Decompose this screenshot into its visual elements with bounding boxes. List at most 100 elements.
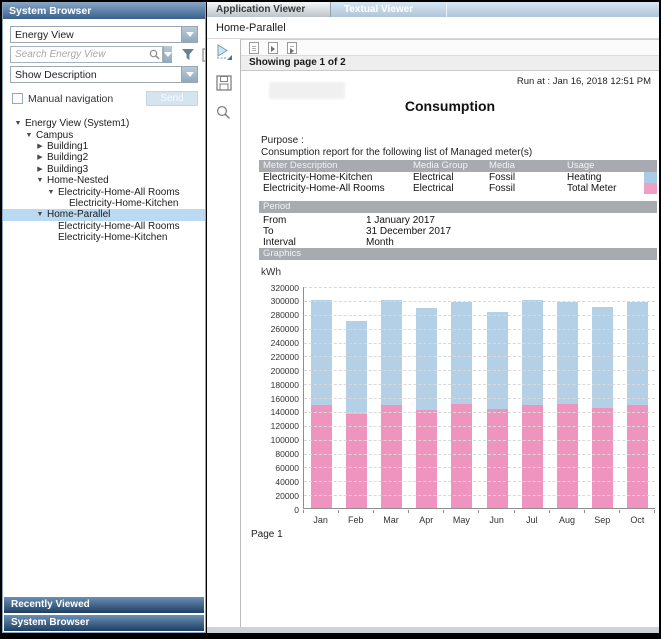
gridline bbox=[304, 454, 655, 455]
tree-item-home-nested[interactable]: ▼Home-Nested bbox=[3, 175, 205, 186]
bar-apr bbox=[416, 308, 437, 508]
gridline bbox=[304, 426, 655, 427]
period-value: 1 January 2017 bbox=[366, 215, 435, 226]
tree-item-electricity-home-all-rooms[interactable]: Electricity-Home-All Rooms bbox=[3, 221, 205, 232]
search-input-wrap bbox=[10, 46, 163, 63]
tabbar-separator bbox=[446, 2, 447, 17]
search-icon[interactable] bbox=[149, 49, 160, 60]
meter-cell: Electrical bbox=[413, 183, 454, 194]
bar-may bbox=[451, 302, 472, 508]
save-report-icon[interactable] bbox=[216, 75, 232, 96]
tree-item-building2[interactable]: ▶Building2 bbox=[3, 152, 205, 163]
meter-cell: Electricity-Home-All Rooms bbox=[263, 183, 385, 194]
manual-navigation-checkbox[interactable] bbox=[12, 93, 23, 104]
col-media-group: Media Group bbox=[413, 160, 468, 172]
bar-segment-heating bbox=[416, 308, 437, 409]
tree-collapse-icon[interactable]: ▼ bbox=[46, 187, 56, 198]
save-view-icon[interactable] bbox=[202, 48, 205, 62]
y-axis-tick-label: 80000 bbox=[259, 449, 299, 459]
gridline bbox=[304, 440, 655, 441]
tree-expand-icon[interactable]: ▶ bbox=[35, 141, 45, 152]
bar-segment-total-meter bbox=[627, 405, 648, 508]
bar-aug bbox=[557, 302, 578, 508]
horizontal-scrollbar-track[interactable] bbox=[207, 627, 659, 633]
gridline bbox=[304, 343, 655, 344]
bar-segment-total-meter bbox=[522, 405, 543, 508]
meter-cell: Fossil bbox=[489, 172, 515, 183]
tab-application-viewer[interactable]: Application Viewer bbox=[207, 2, 331, 17]
bar-sep bbox=[592, 307, 613, 508]
tree-expand-icon[interactable]: ▶ bbox=[35, 152, 45, 163]
period-row: To31 December 2017 bbox=[259, 226, 657, 237]
tree-item-label: Building3 bbox=[45, 164, 88, 175]
chevron-down-icon[interactable] bbox=[181, 27, 197, 42]
x-axis-labels: JanFebMarAprMayJunJulAugSepOct bbox=[303, 515, 655, 525]
consumption-chart: 3200003000002800002600002400002200002000… bbox=[259, 283, 657, 535]
period-row: From 1 January 2017 bbox=[259, 215, 657, 226]
tree-item-label: Electricity-Home-Kitchen bbox=[67, 198, 178, 209]
chevron-down-icon[interactable] bbox=[181, 67, 197, 82]
y-axis-tick-label: 300000 bbox=[259, 296, 299, 306]
bar-segment-heating bbox=[451, 302, 472, 404]
gridline bbox=[304, 495, 655, 496]
run-at-timestamp: Run at : Jan 16, 2018 12:51 PM bbox=[517, 76, 651, 87]
x-axis-tick-label: Oct bbox=[620, 515, 655, 525]
bar-jun bbox=[487, 312, 508, 508]
filter-icon[interactable] bbox=[181, 48, 195, 61]
tree-item-home-parallel[interactable]: ▼Home-Parallel bbox=[3, 209, 205, 220]
tree-item-building3[interactable]: ▶Building3 bbox=[3, 164, 205, 175]
recently-viewed-bar[interactable]: Recently Viewed bbox=[4, 597, 204, 613]
view-selector-row: Energy View bbox=[10, 26, 198, 43]
viewer-panel: Application Viewer Textual Viewer Home-P… bbox=[207, 2, 659, 633]
tree-collapse-icon[interactable]: ▼ bbox=[13, 118, 23, 129]
description-selector-combobox[interactable]: Show Description bbox=[10, 66, 198, 83]
bar-segment-heating bbox=[592, 307, 613, 408]
send-button[interactable]: Send bbox=[146, 91, 198, 106]
tree-item-electricity-home-kitchen[interactable]: Electricity-Home-Kitchen bbox=[3, 198, 205, 209]
tree-item-building1[interactable]: ▶Building1 bbox=[3, 141, 205, 152]
tree-expand-icon[interactable]: ▶ bbox=[35, 164, 45, 175]
tree-collapse-icon[interactable]: ▼ bbox=[35, 175, 45, 186]
graphics-section-header: Graphics bbox=[259, 248, 657, 260]
y-axis-tick-label: 260000 bbox=[259, 324, 299, 334]
manual-navigation-label: Manual navigation bbox=[28, 93, 113, 105]
period-value: 31 December 2017 bbox=[366, 226, 451, 237]
tree-item-label: Electricity-Home-All Rooms bbox=[56, 221, 180, 232]
y-axis-tick-label: 280000 bbox=[259, 310, 299, 320]
search-options-chevron-icon[interactable] bbox=[163, 46, 172, 63]
breadcrumb: Home-Parallel bbox=[207, 17, 659, 39]
meter-table-header: Meter Description Media Group Media Usag… bbox=[259, 160, 657, 172]
tree-item-electricity-home-kitchen[interactable]: Electricity-Home-Kitchen bbox=[3, 232, 205, 243]
tree-item-energy-view-system1-[interactable]: ▼Energy View (System1) bbox=[3, 118, 205, 129]
system-browser-bar[interactable]: System Browser bbox=[4, 615, 204, 631]
tree-collapse-icon[interactable]: ▼ bbox=[24, 130, 34, 141]
run-report-icon[interactable] bbox=[215, 44, 233, 66]
tree-item-electricity-home-all-rooms[interactable]: ▼Electricity-Home-All Rooms bbox=[3, 186, 205, 197]
bar-jul bbox=[522, 300, 543, 508]
bar-segment-total-meter bbox=[381, 405, 402, 508]
meter-cell: Electrical bbox=[413, 172, 454, 183]
period-label: From bbox=[263, 215, 286, 226]
tab-textual-viewer[interactable]: Textual Viewer bbox=[331, 2, 443, 17]
single-page-icon[interactable] bbox=[249, 42, 259, 54]
description-selector-value: Show Description bbox=[11, 69, 181, 81]
energy-view-tree: ▼Energy View (System1)▼Campus▶Building1▶… bbox=[3, 118, 205, 243]
next-page-icon[interactable] bbox=[268, 42, 278, 54]
bar-jan bbox=[311, 300, 332, 508]
viewer-body: Showing page 1 of 2 Run at : Jan 16, 201… bbox=[207, 39, 659, 633]
tree-item-campus[interactable]: ▼Campus bbox=[3, 129, 205, 140]
report-title: Consumption bbox=[241, 98, 659, 114]
period-section-header: Period bbox=[259, 201, 657, 213]
gridline bbox=[304, 398, 655, 399]
view-selector-value: Energy View bbox=[11, 29, 181, 41]
search-input[interactable] bbox=[11, 49, 149, 60]
tree-collapse-icon[interactable]: ▼ bbox=[35, 209, 45, 220]
col-media: Media bbox=[489, 160, 515, 172]
showing-page-status: Showing page 1 of 2 bbox=[241, 56, 659, 71]
zoom-icon[interactable] bbox=[216, 105, 231, 125]
view-selector-combobox[interactable]: Energy View bbox=[10, 26, 198, 43]
y-axis-tick-label: 20000 bbox=[259, 491, 299, 501]
search-row bbox=[10, 46, 198, 63]
tree-item-label: Electricity-Home-Kitchen bbox=[56, 232, 167, 243]
multi-page-icon[interactable] bbox=[287, 42, 297, 54]
